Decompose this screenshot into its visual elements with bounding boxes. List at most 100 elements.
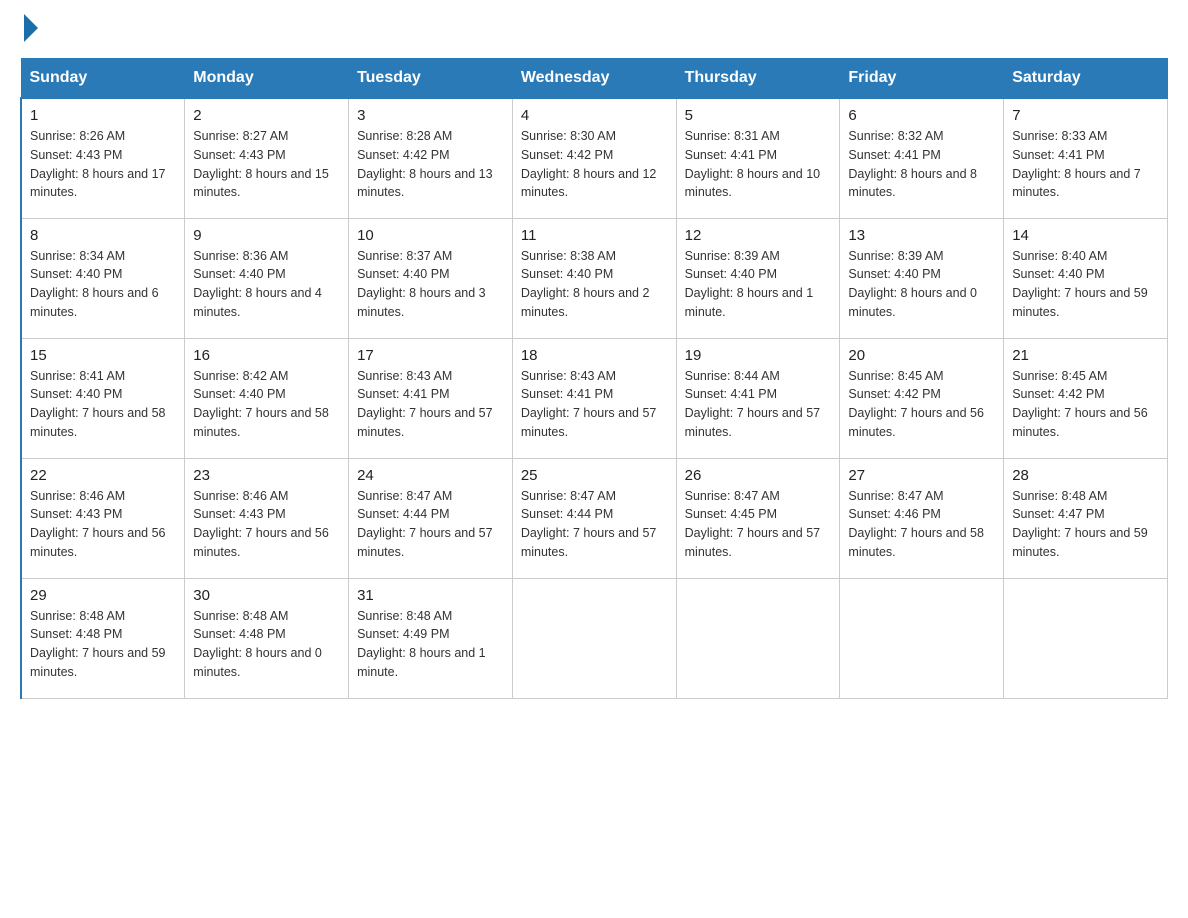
table-row: 31Sunrise: 8:48 AMSunset: 4:49 PMDayligh… — [349, 578, 513, 698]
table-row: 20Sunrise: 8:45 AMSunset: 4:42 PMDayligh… — [840, 338, 1004, 458]
day-number: 24 — [357, 467, 504, 484]
day-number: 20 — [848, 347, 995, 364]
day-number: 6 — [848, 107, 995, 124]
col-thursday: Thursday — [676, 59, 840, 99]
table-row: 7 Sunrise: 8:33 AMSunset: 4:41 PMDaylight… — [1004, 98, 1168, 218]
day-number: 19 — [685, 347, 832, 364]
day-number: 3 — [357, 107, 504, 124]
day-info: Sunrise: 8:46 AMSunset: 4:43 PMDaylight:… — [193, 487, 340, 562]
day-info: Sunrise: 8:47 AMSunset: 4:44 PMDaylight:… — [357, 487, 504, 562]
table-row: 15 Sunrise: 8:41 AMSunset: 4:40 PMDayligh… — [21, 338, 185, 458]
day-info: Sunrise: 8:41 AMSunset: 4:40 PMDaylight:… — [30, 367, 176, 442]
day-number: 23 — [193, 467, 340, 484]
col-saturday: Saturday — [1004, 59, 1168, 99]
table-row: 12 Sunrise: 8:39 AMSunset: 4:40 PMDayligh… — [676, 218, 840, 338]
day-number: 5 — [685, 107, 832, 124]
day-number: 17 — [357, 347, 504, 364]
col-sunday: Sunday — [21, 59, 185, 99]
day-number: 1 — [30, 107, 176, 124]
day-info: Sunrise: 8:39 AMSunset: 4:40 PMDaylight:… — [685, 247, 832, 322]
day-number: 9 — [193, 227, 340, 244]
day-number: 26 — [685, 467, 832, 484]
day-info: Sunrise: 8:48 AMSunset: 4:48 PMDaylight:… — [193, 607, 340, 682]
day-number: 13 — [848, 227, 995, 244]
day-number: 29 — [30, 587, 176, 604]
table-row: 26Sunrise: 8:47 AMSunset: 4:45 PMDayligh… — [676, 458, 840, 578]
day-number: 16 — [193, 347, 340, 364]
day-info: Sunrise: 8:32 AMSunset: 4:41 PMDaylight:… — [848, 127, 995, 202]
table-row: 24 Sunrise: 8:47 AMSunset: 4:44 PMDayligh… — [349, 458, 513, 578]
page-header — [20, 20, 1168, 38]
day-info: Sunrise: 8:44 AMSunset: 4:41 PMDaylight:… — [685, 367, 832, 442]
day-info: Sunrise: 8:43 AMSunset: 4:41 PMDaylight:… — [357, 367, 504, 442]
day-info: Sunrise: 8:38 AMSunset: 4:40 PMDaylight:… — [521, 247, 668, 322]
logo-arrow-icon — [24, 14, 38, 42]
day-number: 4 — [521, 107, 668, 124]
table-row — [676, 578, 840, 698]
day-info: Sunrise: 8:40 AMSunset: 4:40 PMDaylight:… — [1012, 247, 1159, 322]
calendar-week-row: 8 Sunrise: 8:34 AMSunset: 4:40 PMDaylight… — [21, 218, 1168, 338]
calendar-week-row: 22Sunrise: 8:46 AMSunset: 4:43 PMDayligh… — [21, 458, 1168, 578]
day-info: Sunrise: 8:39 AMSunset: 4:40 PMDaylight:… — [848, 247, 995, 322]
day-number: 10 — [357, 227, 504, 244]
table-row: 29 Sunrise: 8:48 AMSunset: 4:48 PMDayligh… — [21, 578, 185, 698]
table-row: 2Sunrise: 8:27 AMSunset: 4:43 PMDaylight… — [185, 98, 349, 218]
day-info: Sunrise: 8:31 AMSunset: 4:41 PMDaylight:… — [685, 127, 832, 202]
table-row: 30 Sunrise: 8:48 AMSunset: 4:48 PMDayligh… — [185, 578, 349, 698]
table-row: 9 Sunrise: 8:36 AMSunset: 4:40 PMDaylight… — [185, 218, 349, 338]
col-monday: Monday — [185, 59, 349, 99]
table-row: 18Sunrise: 8:43 AMSunset: 4:41 PMDayligh… — [512, 338, 676, 458]
table-row: 21Sunrise: 8:45 AMSunset: 4:42 PMDayligh… — [1004, 338, 1168, 458]
day-info: Sunrise: 8:43 AMSunset: 4:41 PMDaylight:… — [521, 367, 668, 442]
table-row: 27 Sunrise: 8:47 AMSunset: 4:46 PMDayligh… — [840, 458, 1004, 578]
table-row: 28 Sunrise: 8:48 AMSunset: 4:47 PMDayligh… — [1004, 458, 1168, 578]
logo — [20, 20, 38, 38]
day-info: Sunrise: 8:45 AMSunset: 4:42 PMDaylight:… — [1012, 367, 1159, 442]
table-row: 13 Sunrise: 8:39 AMSunset: 4:40 PMDayligh… — [840, 218, 1004, 338]
table-row: 5 Sunrise: 8:31 AMSunset: 4:41 PMDaylight… — [676, 98, 840, 218]
calendar-week-row: 15 Sunrise: 8:41 AMSunset: 4:40 PMDayligh… — [21, 338, 1168, 458]
table-row: 19 Sunrise: 8:44 AMSunset: 4:41 PMDayligh… — [676, 338, 840, 458]
day-info: Sunrise: 8:46 AMSunset: 4:43 PMDaylight:… — [30, 487, 176, 562]
col-tuesday: Tuesday — [349, 59, 513, 99]
table-row: 6 Sunrise: 8:32 AMSunset: 4:41 PMDaylight… — [840, 98, 1004, 218]
calendar-week-row: 1 Sunrise: 8:26 AMSunset: 4:43 PMDaylight… — [21, 98, 1168, 218]
day-info: Sunrise: 8:33 AMSunset: 4:41 PMDaylight:… — [1012, 127, 1159, 202]
day-number: 8 — [30, 227, 176, 244]
day-info: Sunrise: 8:42 AMSunset: 4:40 PMDaylight:… — [193, 367, 340, 442]
table-row: 8 Sunrise: 8:34 AMSunset: 4:40 PMDaylight… — [21, 218, 185, 338]
day-number: 14 — [1012, 227, 1159, 244]
day-info: Sunrise: 8:37 AMSunset: 4:40 PMDaylight:… — [357, 247, 504, 322]
day-info: Sunrise: 8:48 AMSunset: 4:48 PMDaylight:… — [30, 607, 176, 682]
table-row: 1 Sunrise: 8:26 AMSunset: 4:43 PMDaylight… — [21, 98, 185, 218]
day-number: 7 — [1012, 107, 1159, 124]
day-number: 27 — [848, 467, 995, 484]
day-info: Sunrise: 8:34 AMSunset: 4:40 PMDaylight:… — [30, 247, 176, 322]
day-number: 25 — [521, 467, 668, 484]
day-number: 31 — [357, 587, 504, 604]
table-row — [840, 578, 1004, 698]
day-number: 28 — [1012, 467, 1159, 484]
day-info: Sunrise: 8:26 AMSunset: 4:43 PMDaylight:… — [30, 127, 176, 202]
day-number: 12 — [685, 227, 832, 244]
calendar-week-row: 29 Sunrise: 8:48 AMSunset: 4:48 PMDayligh… — [21, 578, 1168, 698]
table-row: 14 Sunrise: 8:40 AMSunset: 4:40 PMDayligh… — [1004, 218, 1168, 338]
day-info: Sunrise: 8:36 AMSunset: 4:40 PMDaylight:… — [193, 247, 340, 322]
table-row: 4Sunrise: 8:30 AMSunset: 4:42 PMDaylight… — [512, 98, 676, 218]
day-number: 15 — [30, 347, 176, 364]
day-info: Sunrise: 8:47 AMSunset: 4:44 PMDaylight:… — [521, 487, 668, 562]
day-number: 30 — [193, 587, 340, 604]
table-row: 3 Sunrise: 8:28 AMSunset: 4:42 PMDaylight… — [349, 98, 513, 218]
day-number: 11 — [521, 227, 668, 244]
table-row — [512, 578, 676, 698]
table-row: 25 Sunrise: 8:47 AMSunset: 4:44 PMDayligh… — [512, 458, 676, 578]
table-row: 22Sunrise: 8:46 AMSunset: 4:43 PMDayligh… — [21, 458, 185, 578]
day-info: Sunrise: 8:47 AMSunset: 4:46 PMDaylight:… — [848, 487, 995, 562]
table-row: 16 Sunrise: 8:42 AMSunset: 4:40 PMDayligh… — [185, 338, 349, 458]
table-row: 23 Sunrise: 8:46 AMSunset: 4:43 PMDayligh… — [185, 458, 349, 578]
day-info: Sunrise: 8:48 AMSunset: 4:47 PMDaylight:… — [1012, 487, 1159, 562]
table-row: 11 Sunrise: 8:38 AMSunset: 4:40 PMDayligh… — [512, 218, 676, 338]
day-number: 2 — [193, 107, 340, 124]
col-wednesday: Wednesday — [512, 59, 676, 99]
day-info: Sunrise: 8:28 AMSunset: 4:42 PMDaylight:… — [357, 127, 504, 202]
